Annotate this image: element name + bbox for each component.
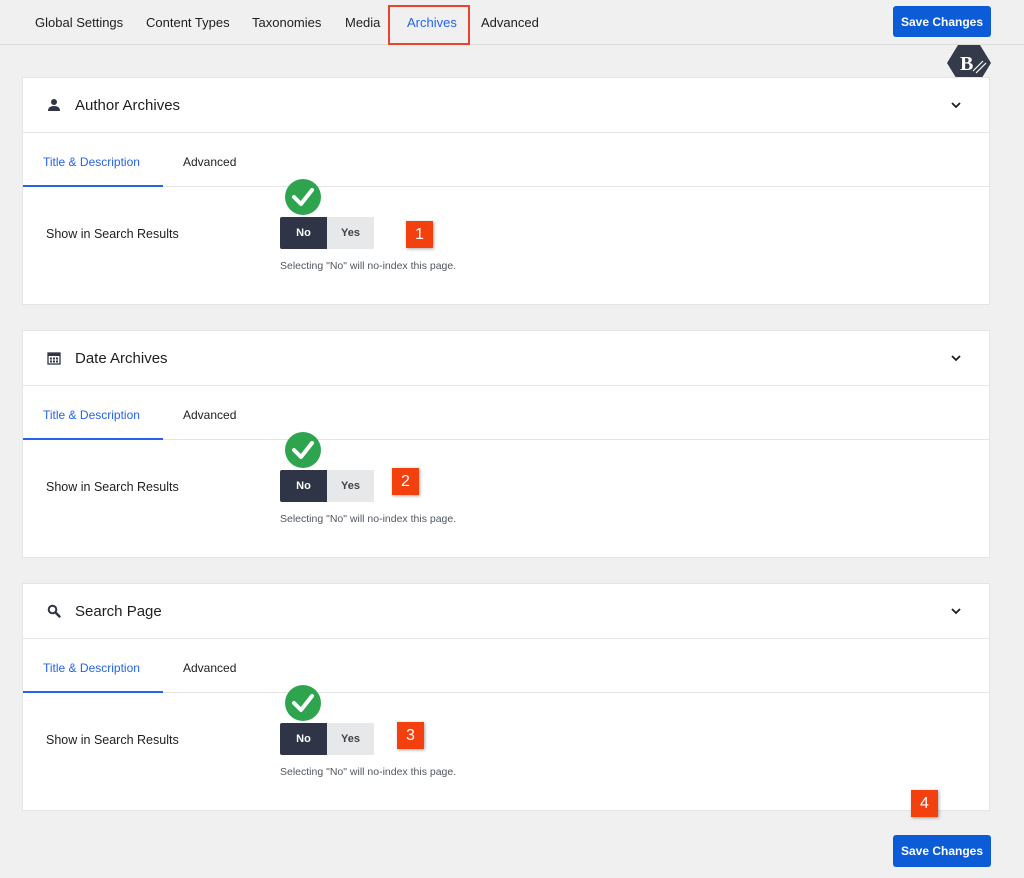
user-icon: [48, 99, 60, 111]
show-in-search-toggle: No Yes: [280, 470, 375, 502]
chevron-down-icon[interactable]: [949, 98, 963, 112]
search-icon: [47, 604, 61, 618]
toggle-yes-option[interactable]: Yes: [327, 723, 374, 755]
tab-content-types[interactable]: Content Types: [146, 15, 230, 30]
annotation-badge-4: 4: [911, 790, 938, 817]
save-changes-button-top[interactable]: Save Changes: [893, 6, 991, 37]
card-header: Author Archives: [23, 78, 989, 133]
subtab-advanced[interactable]: Advanced: [183, 661, 236, 675]
card-title: Date Archives: [75, 350, 168, 367]
card-header: Search Page: [23, 584, 989, 639]
show-in-search-label: Show in Search Results: [46, 480, 179, 494]
toggle-yes-option[interactable]: Yes: [327, 470, 374, 502]
annotation-badge-2: 2: [392, 468, 419, 495]
subtab-title-description[interactable]: Title & Description: [43, 408, 140, 422]
subtabs: Title & Description Advanced: [23, 133, 989, 187]
check-icon: [285, 685, 321, 721]
archives-tab-highlight: [388, 5, 470, 45]
author-archives-card: Author Archives Title & Description Adva…: [22, 77, 990, 305]
show-in-search-label: Show in Search Results: [46, 733, 179, 747]
active-subtab-indicator: [23, 438, 163, 440]
subtabs: Title & Description Advanced: [23, 639, 989, 693]
subtab-advanced[interactable]: Advanced: [183, 408, 236, 422]
helper-text: Selecting "No" will no-index this page.: [280, 260, 457, 272]
save-changes-button-bottom[interactable]: Save Changes: [893, 835, 991, 867]
subtab-title-description[interactable]: Title & Description: [43, 155, 140, 169]
tab-taxonomies[interactable]: Taxonomies: [252, 15, 321, 30]
top-navigation: Global Settings Content Types Taxonomies…: [0, 0, 1024, 45]
svg-text:B: B: [960, 53, 973, 75]
search-page-card: Search Page Title & Description Advanced…: [22, 583, 990, 811]
show-in-search-toggle: No Yes: [280, 217, 375, 249]
helper-text: Selecting "No" will no-index this page.: [280, 766, 457, 778]
tab-media[interactable]: Media: [345, 15, 380, 30]
active-subtab-indicator: [23, 691, 163, 693]
toggle-no-option[interactable]: No: [280, 723, 327, 755]
chevron-down-icon[interactable]: [949, 351, 963, 365]
toggle-no-option[interactable]: No: [280, 470, 327, 502]
date-archives-card: Date Archives Title & Description Advanc…: [22, 330, 990, 558]
tab-global-settings[interactable]: Global Settings: [35, 15, 123, 30]
check-icon: [285, 432, 321, 468]
check-icon: [285, 179, 321, 215]
card-header: Date Archives: [23, 331, 989, 386]
helper-text: Selecting "No" will no-index this page.: [280, 513, 457, 525]
show-in-search-toggle: No Yes: [280, 723, 375, 755]
annotation-badge-1: 1: [406, 221, 433, 248]
card-title: Search Page: [75, 603, 162, 620]
calendar-icon: [47, 352, 61, 365]
toggle-yes-option[interactable]: Yes: [327, 217, 374, 249]
active-subtab-indicator: [23, 185, 163, 187]
chevron-down-icon[interactable]: [949, 604, 963, 618]
subtabs: Title & Description Advanced: [23, 386, 989, 440]
subtab-advanced[interactable]: Advanced: [183, 155, 236, 169]
toggle-no-option[interactable]: No: [280, 217, 327, 249]
show-in-search-label: Show in Search Results: [46, 227, 179, 241]
annotation-badge-3: 3: [397, 722, 424, 749]
subtab-title-description[interactable]: Title & Description: [43, 661, 140, 675]
card-title: Author Archives: [75, 97, 181, 114]
tab-advanced[interactable]: Advanced: [481, 15, 539, 30]
